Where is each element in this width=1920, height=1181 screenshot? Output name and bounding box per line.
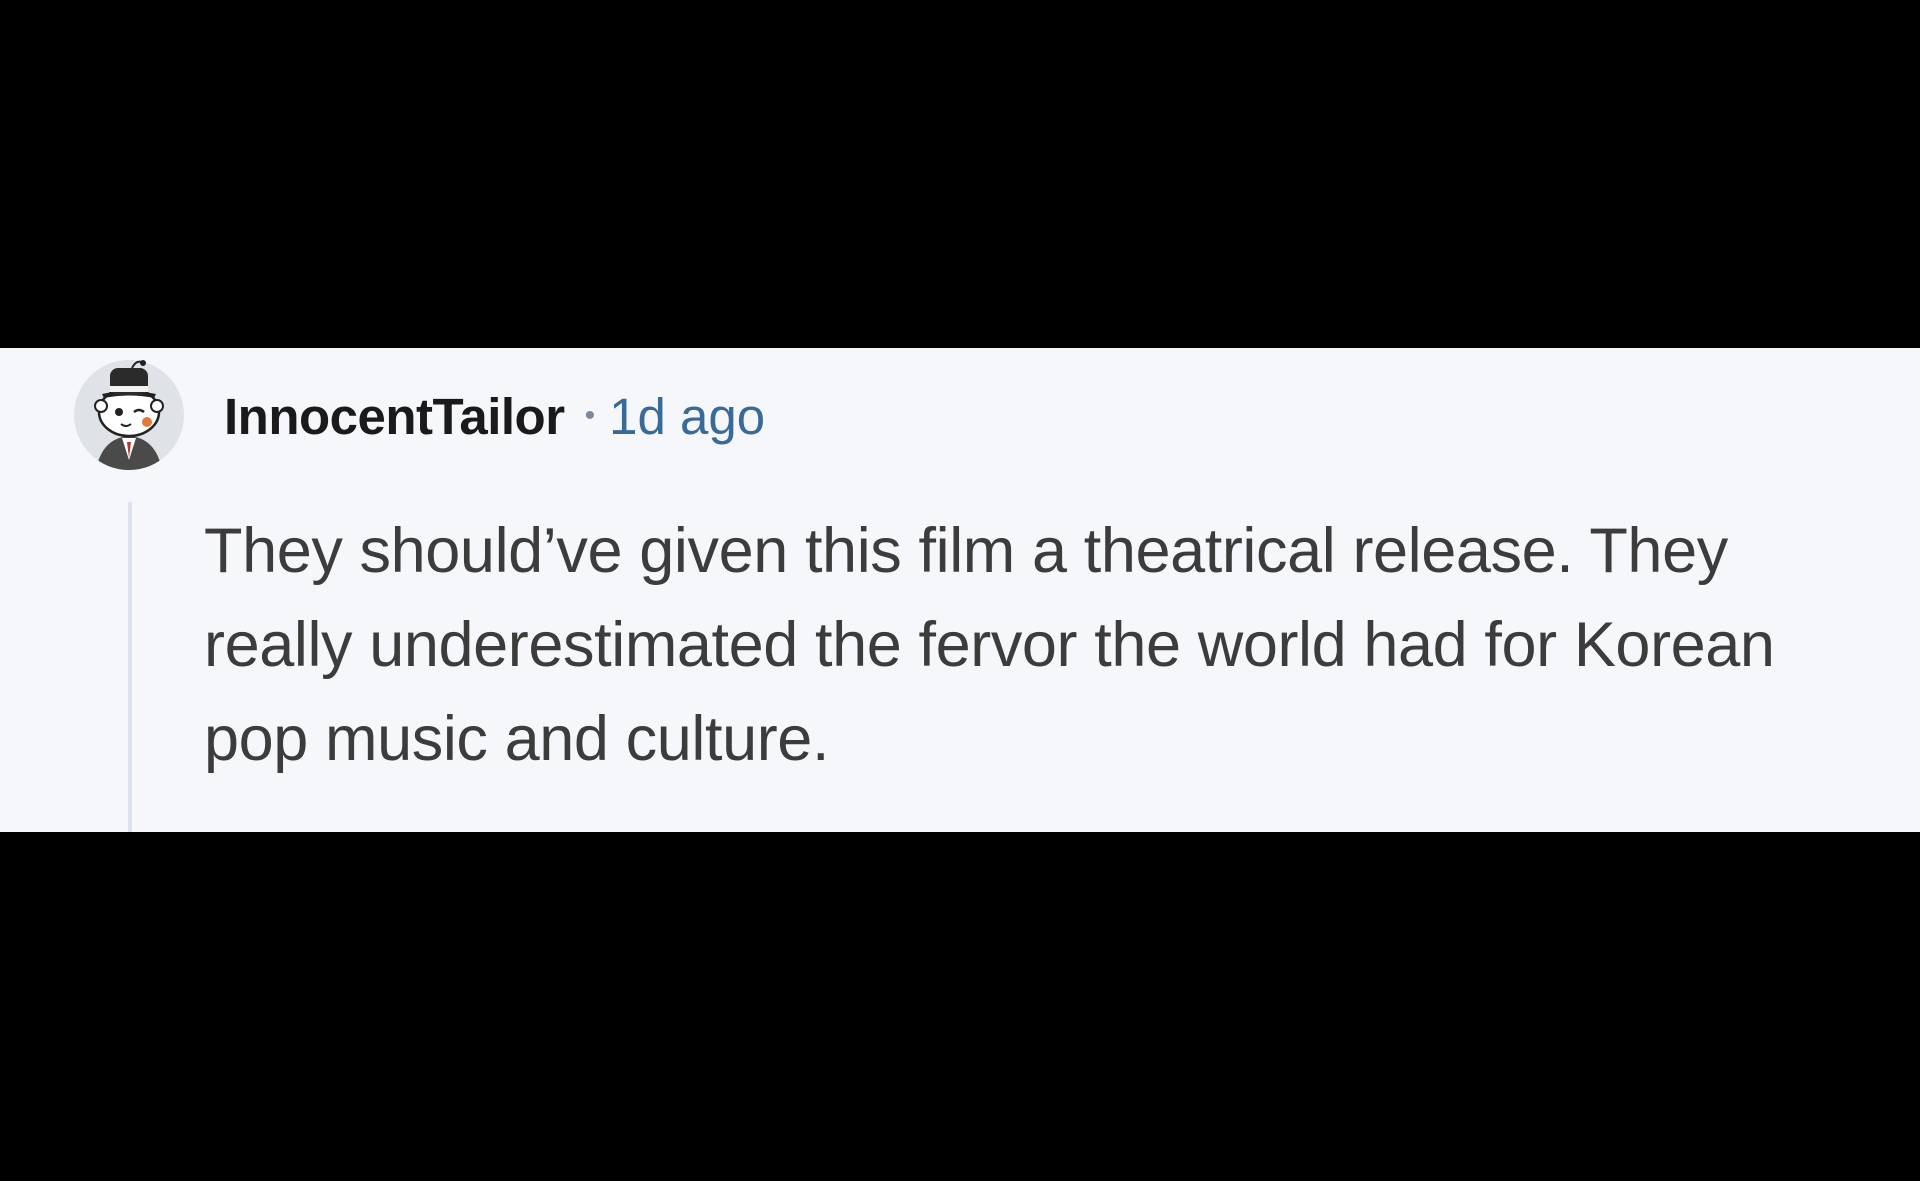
username-link[interactable]: InnocentTailor bbox=[224, 387, 565, 446]
comment-body: They should’ve given this film a theatri… bbox=[204, 516, 1775, 774]
timestamp-link[interactable]: 1d ago bbox=[609, 387, 765, 446]
thread-line[interactable] bbox=[128, 502, 132, 832]
comment-header: InnocentTailor • 1d ago bbox=[224, 386, 765, 446]
screenshot: InnocentTailor • 1d ago They should’ve g… bbox=[0, 0, 1920, 1181]
avatar-icon[interactable] bbox=[74, 360, 184, 470]
comment-card: InnocentTailor • 1d ago They should’ve g… bbox=[0, 348, 1920, 832]
separator-dot: • bbox=[584, 399, 596, 432]
